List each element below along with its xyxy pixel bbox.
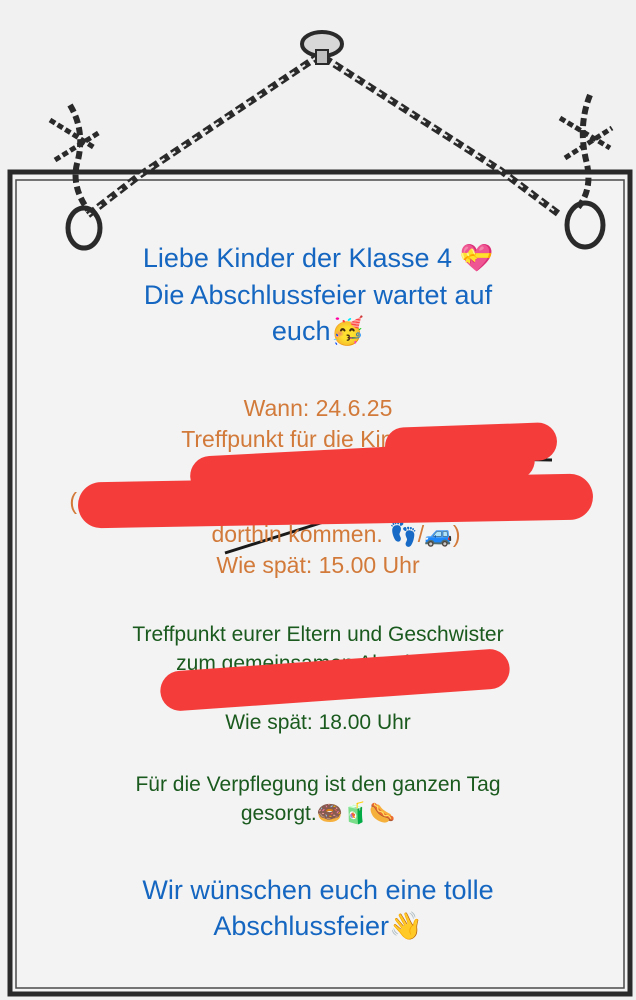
party-face-icon: 🥳 <box>330 316 365 347</box>
greeting-text: Liebe Kinder der Klasse 4 <box>142 243 453 273</box>
wish-abschlussfeier: Abschlussfeier <box>213 911 389 941</box>
food-icons: 🍩🧃🌭 <box>316 801 396 825</box>
greeting-line-2: Die Abschlussfeier wartet auf <box>143 280 493 310</box>
verpflegung-line-2: gesorgt.🍩🧃🌭 <box>0 799 636 828</box>
nail-shaft <box>315 49 329 65</box>
wish-line-2: Abschlussfeier👋 <box>0 908 636 945</box>
greeting-block: Liebe Kinder der Klasse 4 💝 Die Abschlus… <box>0 240 636 350</box>
waving-hand-icon: 👋 <box>388 911 423 942</box>
left-tie <box>48 117 102 163</box>
greeting-euch: euch <box>271 316 331 346</box>
eltern-line-1: Treffpunkt eurer Eltern und Geschwister <box>132 623 504 646</box>
wann-text: Wann: 24.6.25 <box>243 395 393 421</box>
verpflegung-gesorgt: gesorgt. <box>240 802 317 825</box>
heart-icon: 💝 <box>459 243 494 274</box>
wish-line-1: Wir wünschen euch eine tolle <box>142 875 494 905</box>
verpflegung-line-1: Für die Verpflegung ist den ganzen Tag <box>135 773 501 796</box>
greeting-line-3: euch🥳 <box>0 313 636 350</box>
redaction-mark-3 <box>77 473 594 529</box>
verpflegung-block: Für die Verpflegung ist den ganzen Tag g… <box>0 770 636 828</box>
zeit-kinder-text: Wie spät: 15.00 Uhr <box>216 552 420 578</box>
zeit-eltern-text: Wie spät: 18.00 Uhr <box>225 711 411 734</box>
wish-block: Wir wünschen euch eine tolle Abschlussfe… <box>0 872 636 945</box>
greeting-line-1: Liebe Kinder der Klasse 4 💝 <box>0 240 636 277</box>
